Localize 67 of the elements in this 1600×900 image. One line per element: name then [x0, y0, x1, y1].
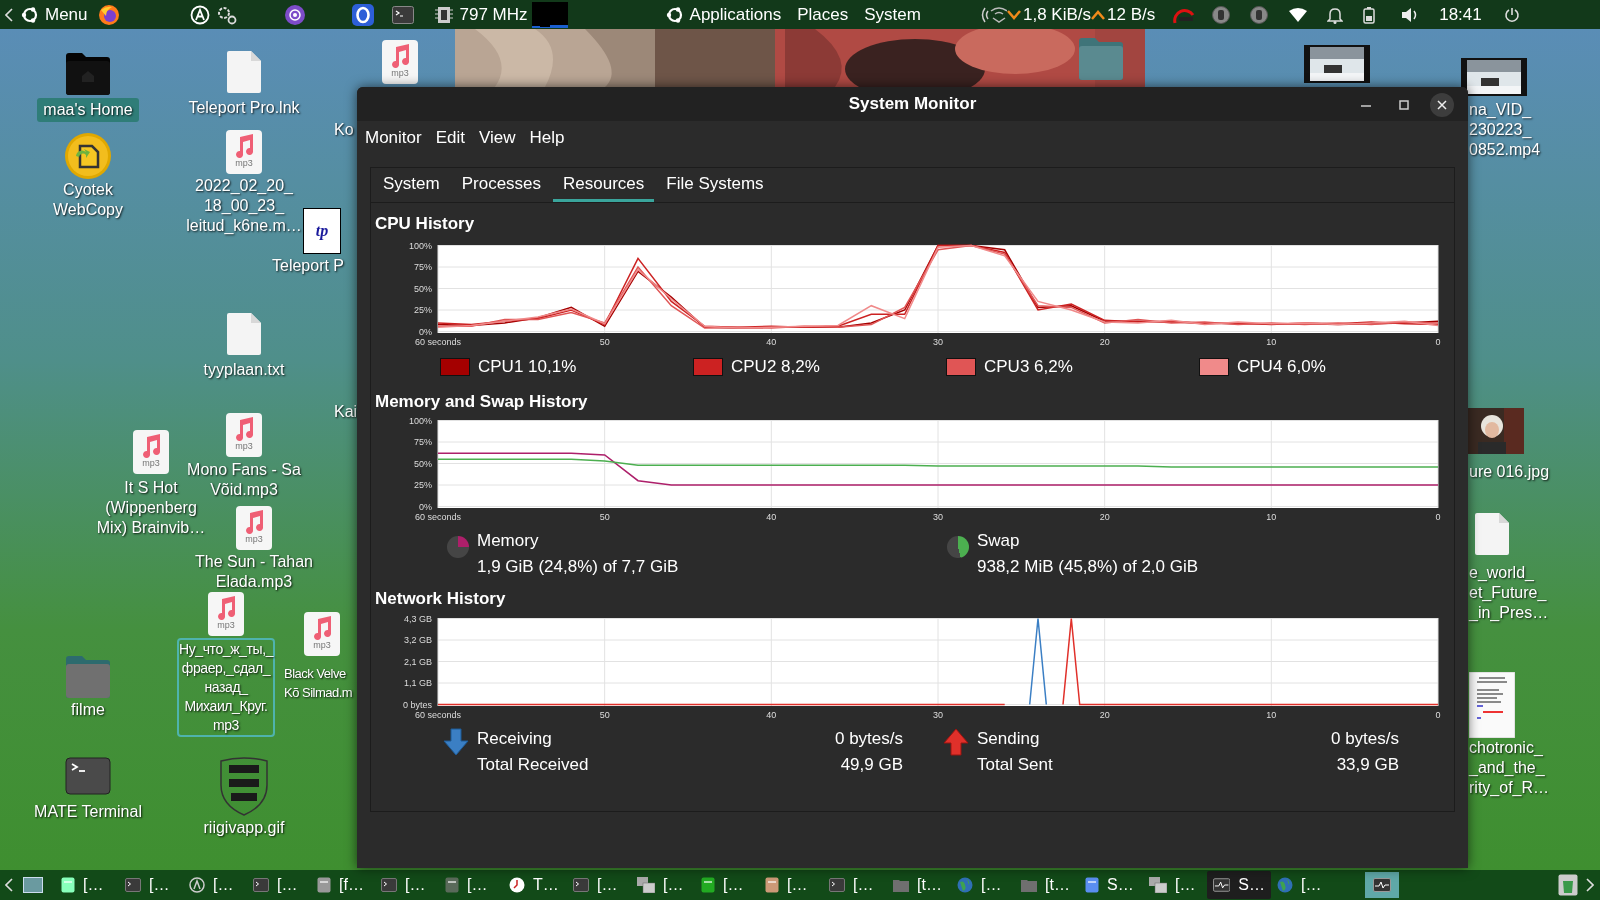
rate-value: 0 bytes/s: [834, 727, 903, 750]
music-file-icon: mp3: [304, 612, 340, 656]
y-tick-label: 0%: [419, 326, 432, 336]
music-file-icon: mp3: [208, 592, 244, 636]
cpu-frequency: 797 MHz: [459, 3, 528, 26]
legend-label: Memory: [477, 530, 540, 552]
x-tick-label: 20: [1099, 709, 1110, 720]
x-tick-label: 0: [1435, 512, 1441, 522]
music-file-icon: mp3: [382, 40, 418, 84]
y-tick-label: 4,3 GB: [404, 613, 432, 623]
x-tick-label: 0: [1435, 709, 1441, 720]
x-tick-label: 60 seconds: [415, 512, 461, 522]
legend-label: CPU2 8,2%: [731, 355, 820, 378]
total-label: Total Received: [477, 753, 590, 776]
y-tick-label: 3,2 GB: [404, 634, 432, 645]
x-tick-label: 0: [1435, 336, 1441, 347]
section-title: Network History: [375, 588, 507, 610]
music-file-icon: mp3: [226, 130, 262, 174]
x-tick-label: 40: [766, 512, 777, 522]
x-tick-label: 60 seconds: [415, 709, 461, 720]
total-value: 33,9 GB: [1335, 753, 1399, 776]
legend-label: CPU4 6,0%: [1237, 355, 1326, 378]
y-tick-label: 25%: [414, 304, 432, 315]
y-tick-label: 75%: [414, 437, 432, 447]
x-tick-label: 50: [599, 709, 610, 720]
y-tick-label: 1,1 GB: [404, 677, 432, 688]
x-tick-label: 20: [1099, 512, 1110, 522]
y-tick-label: 100%: [408, 416, 432, 426]
document-logo-icon: tp: [303, 208, 341, 254]
legend-label: Receiving: [477, 727, 553, 750]
y-tick-label: 100%: [408, 240, 432, 250]
x-tick-label: 10: [1266, 336, 1277, 347]
total-value: 49,9 GB: [839, 753, 903, 776]
x-tick-label: 60 seconds: [415, 336, 461, 347]
x-tick-label: 10: [1266, 709, 1277, 720]
music-file-icon: mp3: [236, 506, 272, 550]
legend-label: CPU3 6,2%: [984, 355, 1073, 378]
x-tick-label: 50: [599, 336, 610, 347]
section-title: CPU History: [375, 213, 476, 235]
rate-value: 0 bytes/s: [1330, 727, 1399, 750]
x-tick-label: 10: [1266, 512, 1277, 522]
x-tick-label: 20: [1099, 336, 1110, 347]
y-tick-label: 75%: [414, 261, 432, 272]
y-tick-label: 50%: [414, 283, 432, 293]
usage-detail: 938,2 MiB (45,8%) of 2,0 GiB: [977, 556, 1199, 578]
usage-detail: 1,9 GiB (24,8%) of 7,7 GiB: [477, 556, 679, 578]
music-file-icon: mp3: [133, 430, 169, 474]
total-label: Total Sent: [977, 753, 1054, 776]
y-tick-label: 25%: [414, 480, 432, 490]
y-tick-label: 2,1 GB: [404, 656, 432, 666]
x-tick-label: 30: [933, 512, 943, 522]
y-tick-label: 0 bytes: [402, 699, 432, 709]
music-file-icon: mp3: [226, 413, 262, 457]
legend-label: Sending: [977, 727, 1041, 750]
y-tick-label: 0%: [419, 501, 432, 512]
y-tick-label: 50%: [414, 458, 432, 469]
x-tick-label: 30: [933, 709, 943, 720]
download-rate: 1,8 KiB/s: [1022, 3, 1091, 26]
x-tick-label: 30: [933, 336, 943, 347]
legend-label: Swap: [977, 530, 1021, 552]
section-title: Memory and Swap History: [375, 390, 589, 413]
x-tick-label: 50: [599, 512, 610, 522]
upload-rate: 12 B/s: [1107, 3, 1156, 26]
x-tick-label: 40: [766, 709, 777, 720]
window-title: System Monitor: [848, 93, 977, 116]
x-tick-label: 40: [766, 336, 777, 347]
legend-label: CPU1 10,1%: [478, 355, 577, 378]
